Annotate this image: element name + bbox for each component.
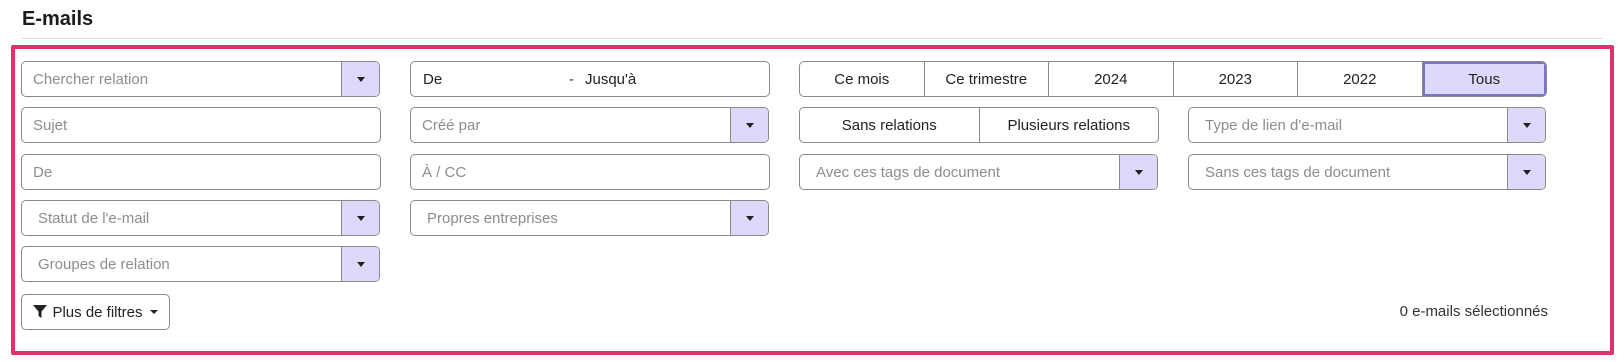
email-link-type-placeholder: Type de lien d'e-mail [1205, 116, 1343, 134]
own-companies-dropdown-button[interactable] [730, 201, 768, 235]
page-title: E-mails [22, 8, 94, 30]
with-tags-dropdown-button[interactable] [1119, 155, 1157, 189]
relation-groups-placeholder: Groupes de relation [38, 255, 170, 273]
chevron-down-icon [745, 122, 754, 128]
email-status-placeholder: Statut de l'e-mail [38, 209, 150, 227]
chevron-down-icon [356, 215, 365, 221]
chevron-down-icon [1522, 122, 1531, 128]
created-by-dropdown-button[interactable] [730, 108, 768, 142]
period-button-2024[interactable]: 2024 [1049, 62, 1174, 96]
multiple-relations-button[interactable]: Plusieurs relations [980, 108, 1159, 142]
more-filters-button[interactable]: Plus de filtres [21, 294, 170, 330]
email-status-dropdown-button[interactable] [341, 201, 379, 235]
chevron-down-icon [1522, 169, 1531, 175]
relation-groups-dropdown-button[interactable] [341, 247, 379, 281]
email-link-type-select[interactable]: Type de lien d'e-mail [1188, 107, 1546, 143]
from-input[interactable]: De [21, 154, 381, 190]
from-placeholder: De [33, 163, 53, 181]
filter-icon [33, 305, 48, 318]
relation-groups-select[interactable]: Groupes de relation [21, 246, 380, 282]
selected-count-status: 0 e-mails sélectionnés [1399, 303, 1548, 320]
without-tags-dropdown-button[interactable] [1507, 155, 1545, 189]
relation-search-dropdown-button[interactable] [341, 62, 379, 96]
caret-down-icon [149, 310, 158, 314]
title-divider [22, 38, 1602, 39]
chevron-down-icon [356, 76, 365, 82]
own-companies-select[interactable]: Propres entreprises [410, 200, 769, 236]
relation-count-button-group: Sans relations Plusieurs relations [799, 107, 1159, 143]
period-button-2022[interactable]: 2022 [1298, 62, 1423, 96]
to-cc-placeholder: À / CC [422, 163, 467, 181]
email-status-select[interactable]: Statut de l'e-mail [21, 200, 380, 236]
date-to-field[interactable]: Jusqu'à [585, 71, 636, 88]
chevron-down-icon [356, 261, 365, 267]
period-button-this-quarter[interactable]: Ce trimestre [925, 62, 1049, 96]
with-tags-placeholder: Avec ces tags de document [816, 163, 1000, 181]
period-button-group: Ce mois Ce trimestre 2024 2023 2022 Tous [799, 61, 1547, 97]
period-button-all[interactable]: Tous [1422, 62, 1546, 96]
to-cc-input[interactable]: À / CC [410, 154, 770, 190]
without-tags-placeholder: Sans ces tags de document [1205, 163, 1391, 181]
created-by-placeholder: Créé par [422, 116, 481, 134]
date-range-separator: - [569, 70, 574, 88]
subject-input[interactable]: Sujet [21, 107, 381, 143]
email-link-type-dropdown-button[interactable] [1507, 108, 1545, 142]
own-companies-placeholder: Propres entreprises [427, 209, 558, 227]
period-button-2023[interactable]: 2023 [1174, 62, 1298, 96]
without-relations-button[interactable]: Sans relations [800, 108, 980, 142]
chevron-down-icon [1134, 169, 1143, 175]
date-range-input[interactable]: De - Jusqu'à [410, 61, 770, 97]
chevron-down-icon [745, 215, 754, 221]
subject-placeholder: Sujet [33, 116, 68, 134]
period-button-this-month[interactable]: Ce mois [800, 62, 925, 96]
without-tags-select[interactable]: Sans ces tags de document [1188, 154, 1546, 190]
date-from-field[interactable]: De [411, 71, 442, 88]
relation-search-select[interactable]: Chercher relation [21, 61, 380, 97]
more-filters-label: Plus de filtres [52, 303, 143, 321]
created-by-select[interactable]: Créé par [410, 107, 769, 143]
with-tags-select[interactable]: Avec ces tags de document [799, 154, 1158, 190]
relation-search-placeholder: Chercher relation [33, 70, 149, 88]
